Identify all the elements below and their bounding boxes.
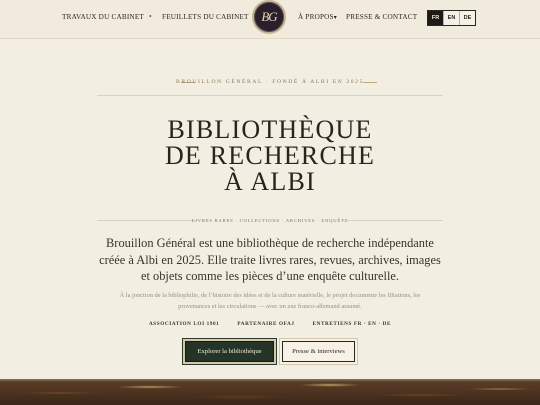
hero-painting-image	[0, 379, 540, 405]
badge-association: Association loi 1901	[148, 321, 220, 327]
nav-link-presse-contact[interactable]: Presse & contact	[346, 13, 417, 21]
logo-monogram: BG	[261, 9, 277, 24]
hero-subtext: À la jonction de la bibliophilie, de l’h…	[119, 292, 421, 310]
hero-eyebrow: Brouillon Général · Fondé à Albi en 2025	[176, 79, 364, 85]
page-title-line-3: à Albi	[224, 167, 316, 196]
lang-button-de[interactable]: DE	[460, 11, 475, 25]
credentials-row: Association loi 1901 Partenaire OFAJ Ent…	[0, 321, 540, 327]
nav-link-feuillets[interactable]: Feuillets du cabinet	[162, 13, 249, 21]
press-interviews-button[interactable]: Presse & interviews	[282, 341, 355, 362]
hero-lead-paragraph: Brouillon Général est une bibliothèque d…	[99, 236, 441, 283]
lang-button-en[interactable]: EN	[444, 11, 460, 25]
explore-library-button[interactable]: Explorer la bibliothèque	[185, 341, 274, 362]
page-title-line-2: de recherche	[164, 141, 376, 170]
lang-button-fr[interactable]: FR	[428, 11, 444, 25]
badge-ofaj: Partenaire OFAJ	[237, 321, 295, 327]
nav-link-a-propos[interactable]: À propos▾	[298, 13, 337, 21]
nav-link-travaux[interactable]: Travaux du cabinet	[62, 13, 144, 21]
badge-entretiens: Entretiens FR · EN · DE	[312, 321, 392, 327]
brand-logo[interactable]: BG	[252, 0, 286, 34]
eyebrow-rule-right	[363, 82, 377, 83]
nav-link-a-propos-label: À propos	[298, 13, 334, 21]
nav-separator-dot: •	[149, 12, 152, 21]
topic-tags: Livres rares · Collections · Archives · …	[191, 218, 349, 223]
tags-rule-right	[343, 220, 443, 221]
language-switcher: FR EN DE	[427, 10, 476, 26]
page-title: Bibliothèque de recherche à Albi	[0, 117, 540, 195]
painting-fade-overlay	[0, 372, 540, 382]
chevron-down-icon: ▾	[333, 15, 337, 21]
top-navigation-bar: Travaux du cabinet • Feuillets du cabine…	[0, 0, 540, 39]
divider-top	[97, 95, 443, 96]
page-title-line-1: Bibliothèque	[167, 115, 373, 144]
